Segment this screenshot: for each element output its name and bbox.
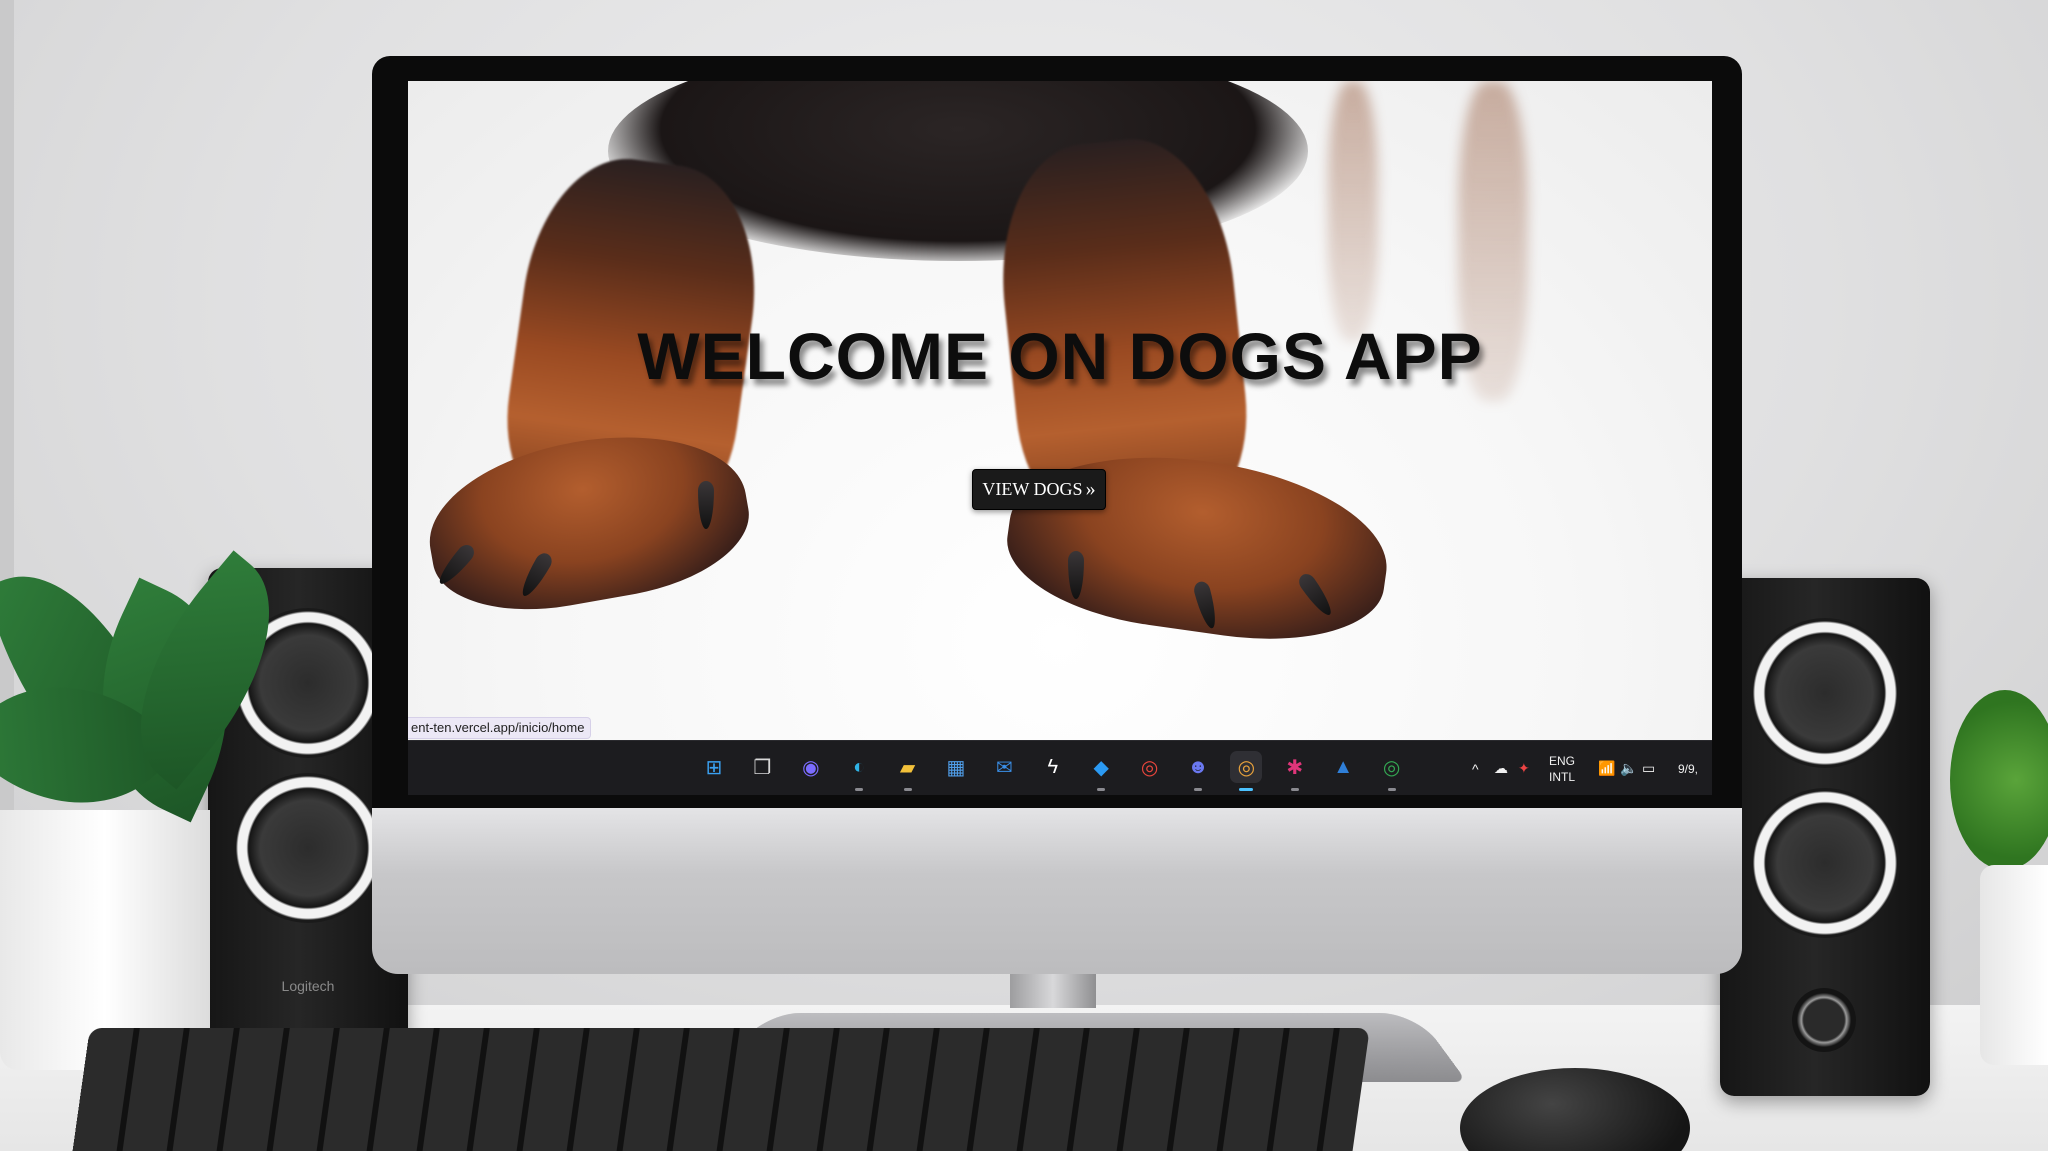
running-indicator (1097, 788, 1106, 791)
view-dogs-label: VIEW DOGS (982, 479, 1083, 499)
wifi-icon[interactable]: 📶 (1598, 741, 1615, 795)
hero-title: WELCOME ON DOGS APP (637, 319, 1483, 393)
mail-icon[interactable]: ✉ (988, 751, 1020, 783)
running-indicator (1239, 788, 1254, 791)
battery-icon[interactable]: ▭ (1642, 741, 1655, 795)
chrome-profile-m-glyph: ◎ (1382, 756, 1401, 779)
dog-back-leg (1328, 81, 1378, 341)
chrome-glyph: ◎ (1140, 756, 1159, 779)
lightning-app-glyph: ϟ (1047, 755, 1059, 778)
file-explorer-icon[interactable]: ▰ (892, 751, 924, 791)
task-view-icon[interactable]: ❐ (746, 751, 778, 783)
monitor: WELCOME ON DOGS APP VIEW DOGS» ent-ten.v… (372, 56, 1742, 974)
speaker-driver-bottom (1750, 788, 1900, 938)
running-indicator (1194, 788, 1202, 791)
language-code: ENG (1549, 753, 1576, 768)
discord-icon[interactable]: ☻ (1182, 751, 1214, 791)
speaker-brand-logo: Logitech (281, 978, 335, 994)
onedrive-icon[interactable]: ☁ (1494, 741, 1508, 795)
running-indicator (1387, 788, 1396, 791)
date-text: 9/9, (1678, 761, 1699, 776)
running-indicator (903, 788, 912, 791)
task-view-glyph: ❐ (753, 756, 772, 779)
file-explorer-glyph: ▰ (899, 756, 916, 779)
speaker-driver-bottom (233, 773, 383, 923)
photos-glyph: ▲ (1333, 755, 1354, 778)
vscode-glyph: ◆ (1093, 756, 1109, 779)
microsoft-store-icon[interactable]: ▦ (940, 751, 972, 783)
teams-chat-glyph: ◉ (802, 756, 820, 779)
keyboard-layout: INTL (1549, 769, 1576, 784)
windows-start-icon[interactable]: ⊞ (698, 751, 730, 783)
mail-glyph: ✉ (996, 756, 1013, 779)
chrome-profile-icon[interactable]: ◎ (1230, 751, 1263, 791)
plant-pot-right (1980, 865, 2048, 1065)
volume-knob (1792, 988, 1856, 1052)
slack-icon[interactable]: ✱ (1279, 751, 1311, 791)
chevron-up-icon: ^ (1472, 760, 1479, 777)
edge-browser-glyph: ◐ (853, 755, 866, 778)
link-status-url: ent-ten.vercel.app/inicio/home (408, 717, 592, 739)
screen: WELCOME ON DOGS APP VIEW DOGS» ent-ten.v… (408, 81, 1712, 795)
clock-date[interactable]: 9/9, (1678, 741, 1698, 795)
edge-browser-icon[interactable]: ◐ (843, 751, 875, 791)
speaker-driver-top (1750, 618, 1900, 768)
keyboard (70, 1028, 1370, 1151)
running-indicator (1290, 788, 1299, 791)
view-dogs-button[interactable]: VIEW DOGS» (972, 469, 1106, 510)
windows-start-glyph: ⊞ (705, 756, 723, 779)
right-speaker (1720, 578, 1930, 1096)
volume-icon[interactable]: 🔈 (1620, 741, 1637, 795)
slack-glyph: ✱ (1286, 756, 1304, 779)
chrome-icon[interactable]: ◎ (1134, 751, 1166, 783)
photos-icon[interactable]: ▲ (1327, 751, 1359, 783)
tray-overflow-chevron-icon[interactable]: ^ (1472, 741, 1479, 795)
double-chevron-right-icon: » (1085, 478, 1096, 500)
vscode-icon[interactable]: ◆ (1085, 751, 1117, 791)
notification-badge-icon[interactable]: ✦ (1518, 741, 1530, 795)
windows-taskbar: ⊞ ❐ ◉ ◐ ▰ ▦ ✉ ϟ ◆ ◎ ☻ ◎ ✱ ▲ ◎ ^ ☁ ✦ ENG INTL 📶 🔈 ▭ 9/9… (408, 740, 1712, 795)
monitor-chin (372, 808, 1742, 974)
running-indicator (855, 788, 864, 791)
input-language-indicator[interactable]: ENG INTL (1549, 741, 1575, 795)
discord-glyph: ☻ (1187, 755, 1209, 778)
teams-chat-icon[interactable]: ◉ (795, 751, 827, 783)
microsoft-store-glyph: ▦ (946, 756, 966, 779)
lightning-app-icon[interactable]: ϟ (1037, 751, 1069, 783)
chrome-profile-glyph: ◎ (1237, 756, 1256, 779)
hero-background-image (408, 81, 1712, 740)
chrome-profile-m-icon[interactable]: ◎ (1376, 751, 1408, 791)
